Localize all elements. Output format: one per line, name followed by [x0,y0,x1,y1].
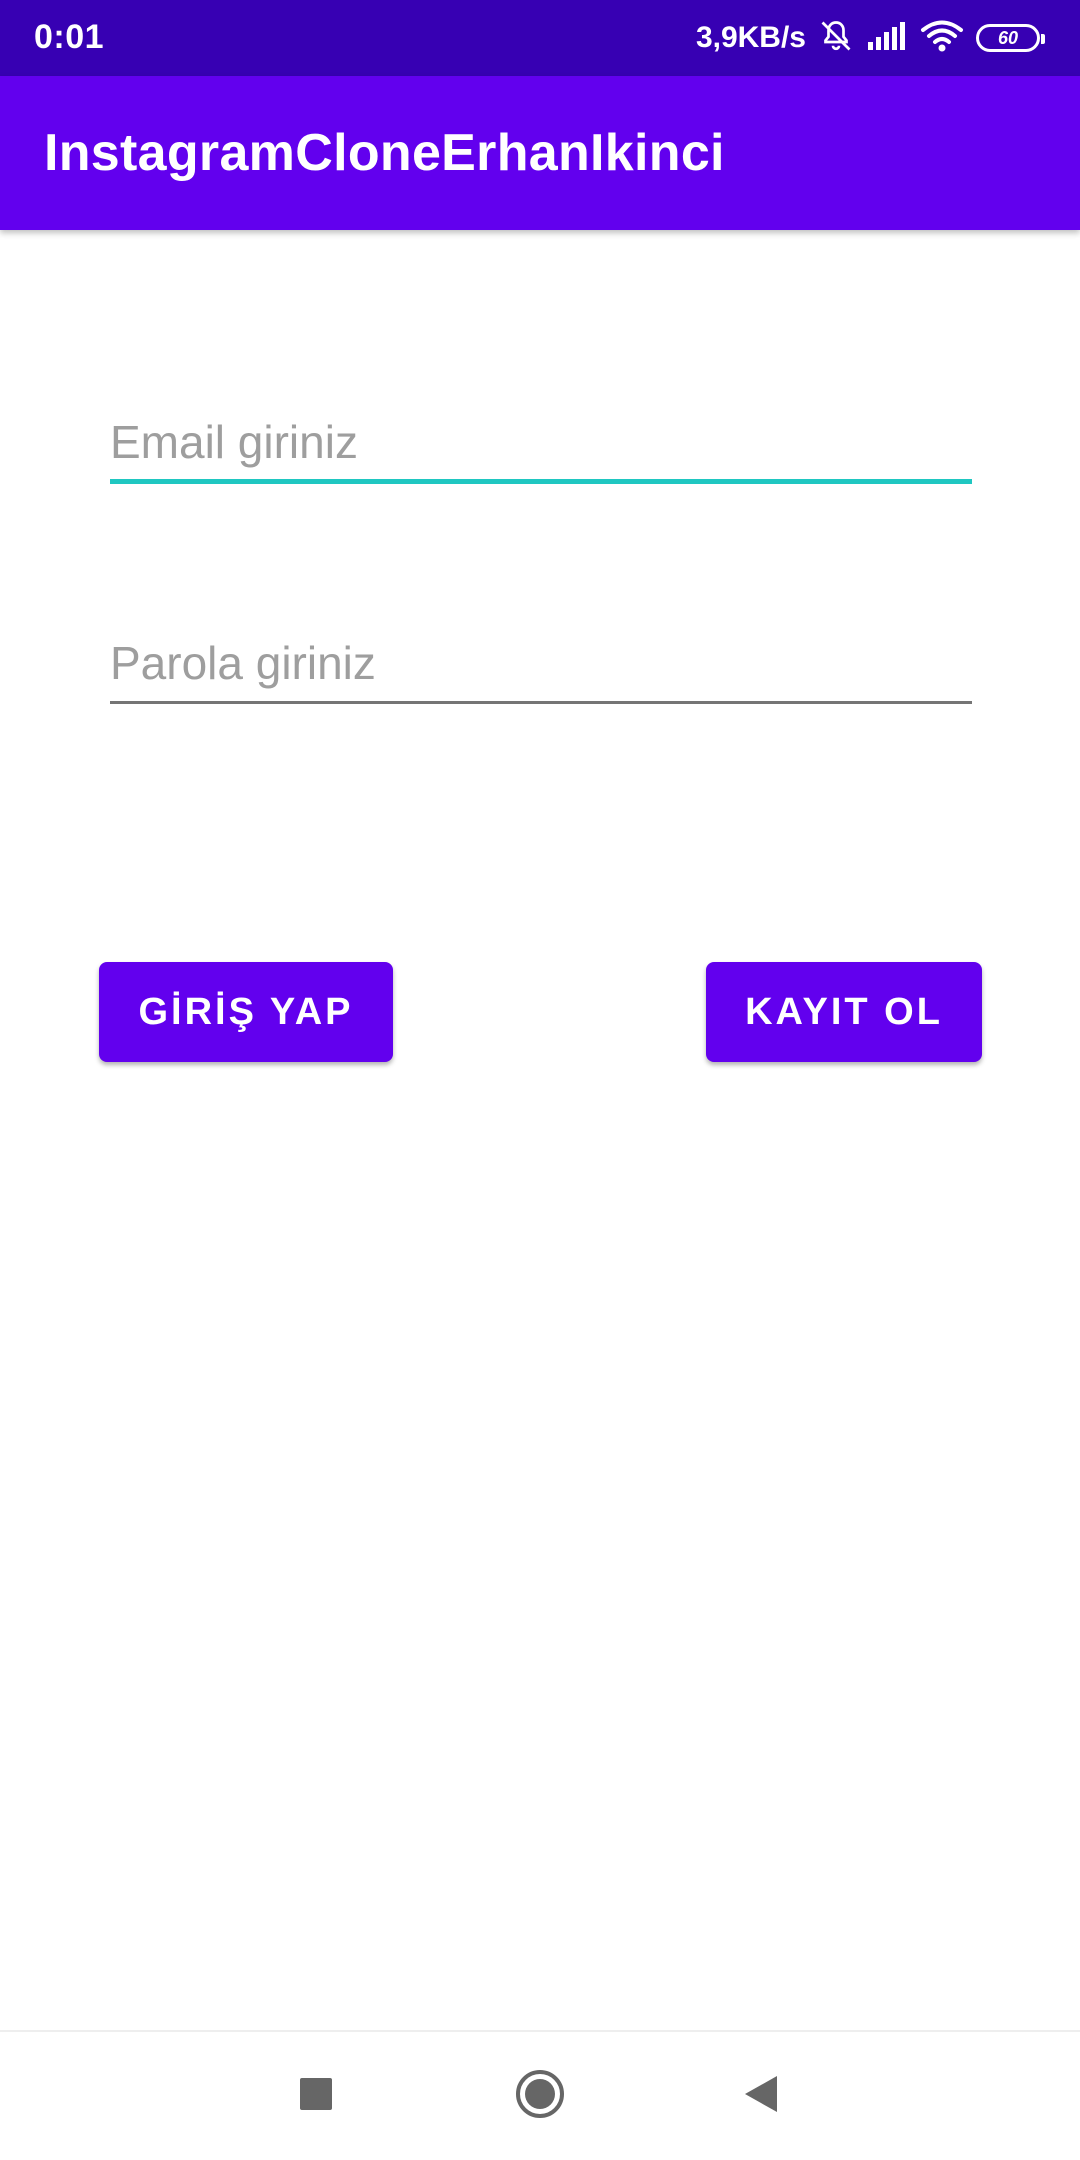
password-field[interactable] [110,624,972,704]
status-bar: 0:01 3,9KB/s 60 [0,0,1080,76]
network-speed: 3,9KB/s [695,21,806,54]
app-bar: InstagramCloneErhanIkinci [0,76,1080,230]
battery-level: 60 [997,27,1019,48]
home-circle-icon [514,2068,566,2125]
app-title: InstagramCloneErhanIkinci [44,124,725,182]
back-button[interactable] [725,2060,797,2132]
login-button[interactable]: GİRİŞ YAP [99,962,393,1062]
home-button[interactable] [504,2060,576,2132]
navigation-bar [0,2030,1080,2160]
battery-icon: 60 [976,24,1045,52]
bell-off-icon [818,18,854,59]
recents-square-icon [299,2077,333,2116]
back-triangle-icon [743,2074,779,2119]
email-field[interactable] [110,404,972,484]
recents-button[interactable] [280,2060,352,2132]
screen: 0:01 3,9KB/s 60 InstagramCloneErhanIkinc… [0,0,1080,2160]
status-time: 0:01 [34,18,105,56]
status-icons: 3,9KB/s 60 [695,14,1045,62]
signal-icon [866,20,908,57]
register-button[interactable]: KAYIT OL [706,962,982,1062]
wifi-icon [920,19,964,58]
